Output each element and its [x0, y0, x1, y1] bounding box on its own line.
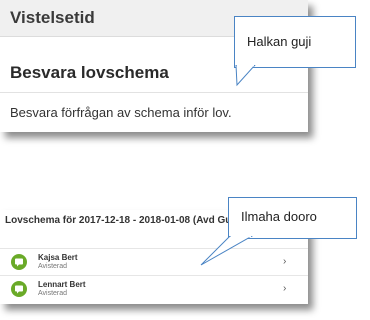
callout-halkan-guji: Halkan guji [234, 16, 356, 68]
callout-pointer [200, 236, 254, 266]
child-name: Kajsa Bert [38, 253, 78, 262]
besvara-lovschema-item[interactable]: Besvara lovschema [10, 63, 169, 83]
item-description: Besvara förfrågan av schema inför lov. [10, 105, 232, 120]
callout-ilmaha-dooro: Ilmaha dooro [228, 197, 357, 239]
chevron-right-icon: › [283, 283, 287, 294]
callout-text: Halkan guji [247, 34, 312, 49]
child-status: Avisterad [38, 290, 68, 297]
child-status: Avisterad [38, 263, 68, 270]
child-row[interactable]: Lennart Bert Avisterad › [0, 275, 308, 302]
child-avatar-icon [11, 281, 27, 297]
callout-pointer [235, 65, 256, 87]
child-row[interactable]: Kajsa Bert Avisterad › [0, 248, 308, 275]
divider [0, 92, 308, 93]
section-title: Vistelsetid [10, 8, 95, 27]
child-name: Lennart Bert [38, 280, 86, 289]
chevron-right-icon: › [283, 256, 287, 267]
callout-text: Ilmaha dooro [241, 209, 317, 224]
child-avatar-icon [11, 254, 27, 270]
